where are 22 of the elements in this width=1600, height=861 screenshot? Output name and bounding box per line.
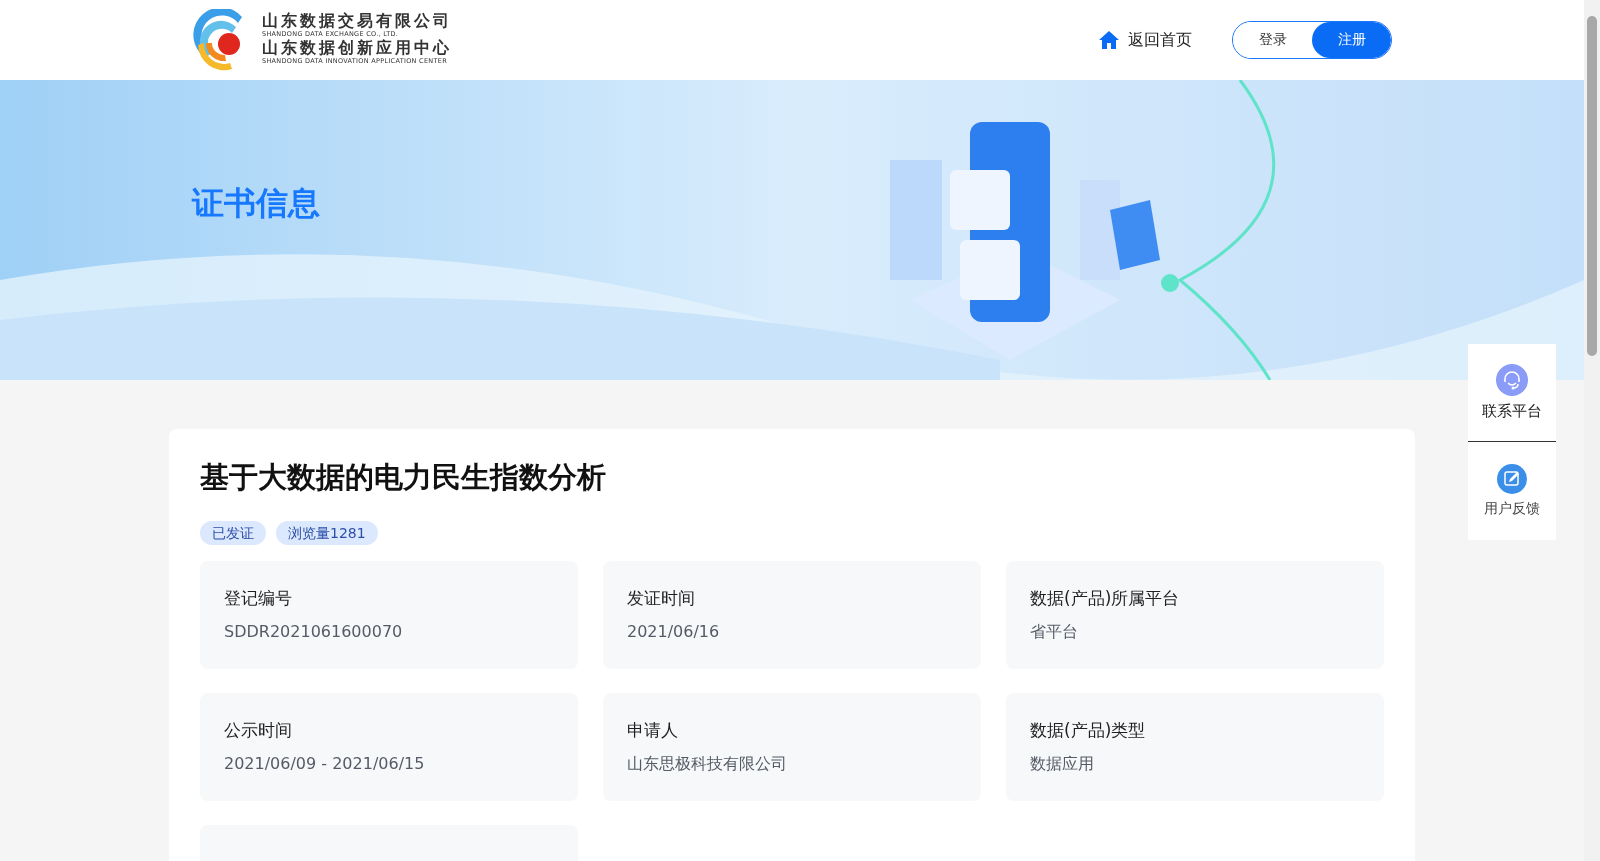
certificate-title: 基于大数据的电力民生指数分析 [200, 459, 607, 496]
field-label: 申请人 [627, 719, 679, 742]
field-label: 数据(产品)类型 [1030, 719, 1147, 742]
register-button[interactable]: 注册 [1312, 22, 1391, 58]
field-value: 数据应用 [1030, 754, 1095, 775]
contact-button[interactable]: 联系平台 [1468, 344, 1556, 441]
logo-title: 山东数据交易有限公司 [262, 12, 452, 29]
field-value: 2021/06/09 - 2021/06/15 [224, 754, 426, 773]
status-tag: 已发证 [200, 521, 266, 545]
feedback-button[interactable]: 用户反馈 [1468, 441, 1556, 540]
field-value: SDDR2021061600070 [224, 622, 404, 641]
logo-title: 山东数据创新应用中心 [262, 40, 452, 56]
field-value: 省平台 [1030, 622, 1079, 643]
page-title: 证书信息 [192, 183, 321, 224]
status-tag: 浏览量1281 [276, 521, 378, 545]
field-value: 山东思极科技有限公司 [627, 754, 788, 775]
field-label: 发证时间 [627, 587, 696, 610]
field-label: 数据(产品)所属平台 [1030, 587, 1181, 610]
field-value: 2021/06/16 [627, 622, 721, 641]
field-label: 登记编号 [224, 587, 293, 610]
home-link[interactable]: 返回首页 [1098, 29, 1192, 51]
field-label: 公示时间 [224, 719, 293, 742]
